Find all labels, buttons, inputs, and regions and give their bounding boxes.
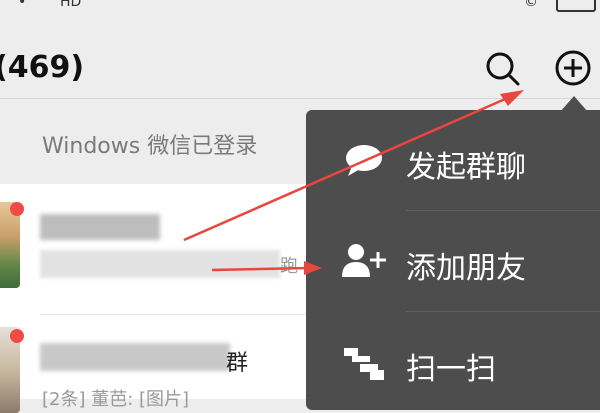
signal-icon: • [18,0,27,10]
top-bar: (469) [0,14,600,98]
blurred-preview [40,250,280,278]
unread-dot [10,329,24,343]
menu-item-group-chat[interactable]: 发起群聊 [306,112,600,210]
menu-item-add-friend[interactable]: 添加朋友 [306,213,600,311]
blurred-name [40,343,230,371]
carrier-label: HD [60,0,82,10]
status-bar: • HD © [0,0,600,14]
add-user-icon [342,244,386,277]
menu-label: 发起群聊 [406,150,526,185]
menu-divider [406,210,600,211]
menu-label: 添加朋友 [406,251,526,286]
scan-icon [344,348,384,380]
chat-bubble-icon [346,145,382,176]
menu-divider [406,311,600,312]
blurred-name [40,214,160,240]
plus-circle-icon[interactable] [553,48,593,88]
alarm-icon: © [524,0,538,10]
menu-item-scan[interactable]: 扫一扫 [306,314,600,412]
search-icon[interactable] [482,48,522,88]
banner-text: Windows 微信已登录 [42,134,258,159]
name-fragment: 群 [226,351,249,376]
preview-fragment: 跑 [280,256,298,277]
battery-icon [556,0,596,12]
menu-label: 扫一扫 [406,352,496,387]
chat-preview: [2条] 董芭: [图片] [42,389,190,410]
page-title: (469) [0,50,85,85]
unread-dot [10,202,24,216]
